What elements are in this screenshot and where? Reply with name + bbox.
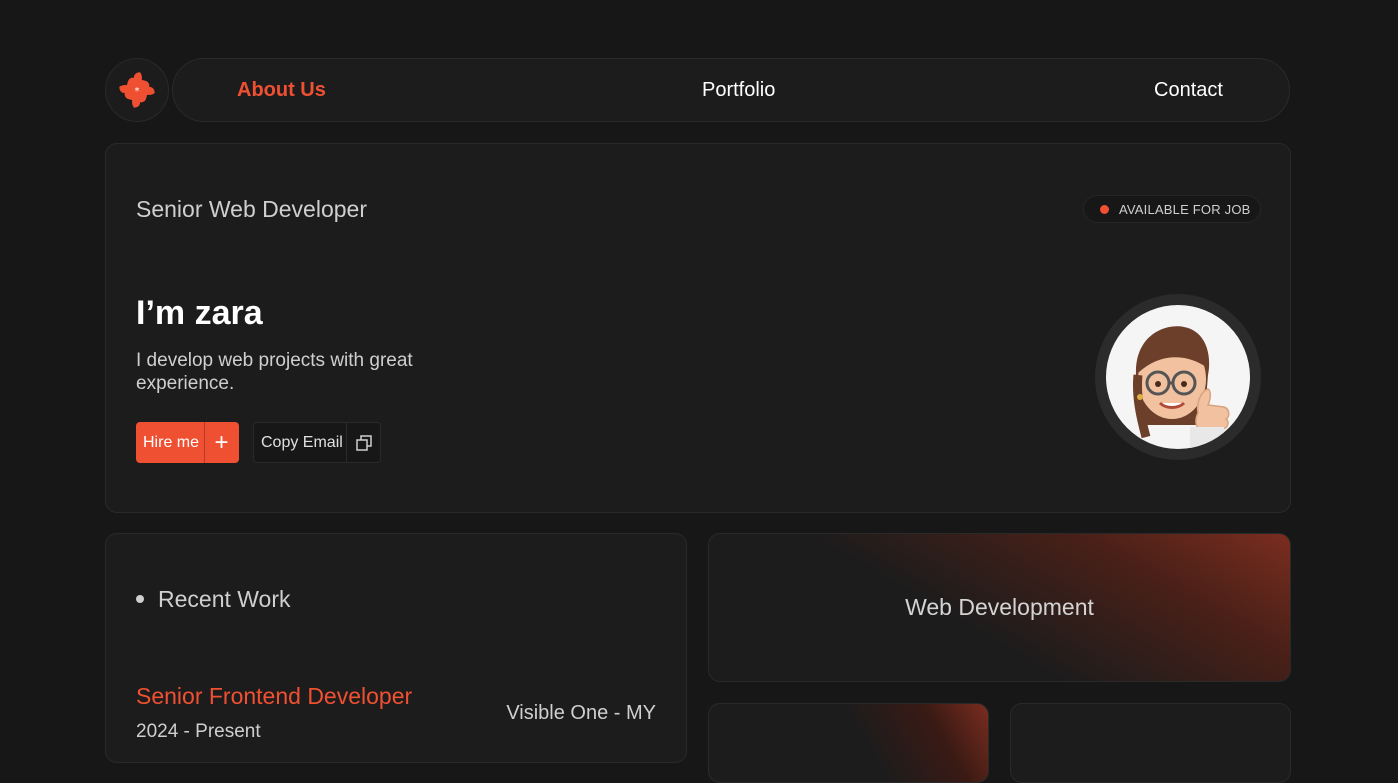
service-card-tertiary[interactable] bbox=[1010, 703, 1291, 783]
hero-name: I’m zara bbox=[136, 294, 263, 332]
status-dot-icon bbox=[1100, 204, 1109, 214]
hero-role: Senior Web Developer bbox=[136, 196, 367, 222]
hire-me-label: Hire me bbox=[143, 434, 200, 451]
avatar-frame bbox=[1095, 294, 1261, 460]
service-card-secondary[interactable] bbox=[708, 703, 989, 783]
job-period: 2024 - Present bbox=[136, 721, 261, 742]
job-company: Visible One - MY bbox=[506, 702, 656, 724]
job-title: Senior Frontend Developer bbox=[136, 683, 413, 709]
flower-logo-icon: * bbox=[119, 72, 155, 108]
service-card-web-development[interactable]: Web Development bbox=[708, 533, 1291, 682]
plus-icon: + bbox=[214, 429, 229, 456]
copy-icon bbox=[347, 423, 381, 462]
bullet-icon bbox=[136, 595, 144, 603]
availability-text: AVAILABLE FOR JOB bbox=[1119, 201, 1251, 217]
hero-card: Senior Web Developer AVAILABLE FOR JOB I… bbox=[105, 143, 1291, 513]
hero-description: I develop web projects with great experi… bbox=[136, 350, 413, 394]
avatar bbox=[1106, 305, 1250, 449]
memoji-avatar-icon bbox=[1133, 326, 1230, 449]
recent-work-card: Recent Work Senior Frontend Developer Vi… bbox=[105, 533, 687, 763]
copy-email-label: Copy Email bbox=[261, 434, 343, 451]
service-label: Web Development bbox=[905, 594, 1094, 620]
copy-email-button[interactable]: Copy Email bbox=[253, 422, 381, 463]
availability-badge: AVAILABLE FOR JOB bbox=[1083, 195, 1261, 223]
logo[interactable]: * bbox=[105, 58, 169, 122]
svg-text:*: * bbox=[135, 86, 140, 97]
nav-portfolio[interactable]: Portfolio bbox=[702, 59, 775, 121]
main-nav: About Us Portfolio Contact bbox=[172, 58, 1290, 122]
recent-work-heading: Recent Work bbox=[158, 586, 291, 612]
hire-me-button[interactable]: Hire me + bbox=[136, 422, 239, 463]
nav-about-us[interactable]: About Us bbox=[237, 59, 326, 121]
nav-contact[interactable]: Contact bbox=[1154, 59, 1223, 121]
